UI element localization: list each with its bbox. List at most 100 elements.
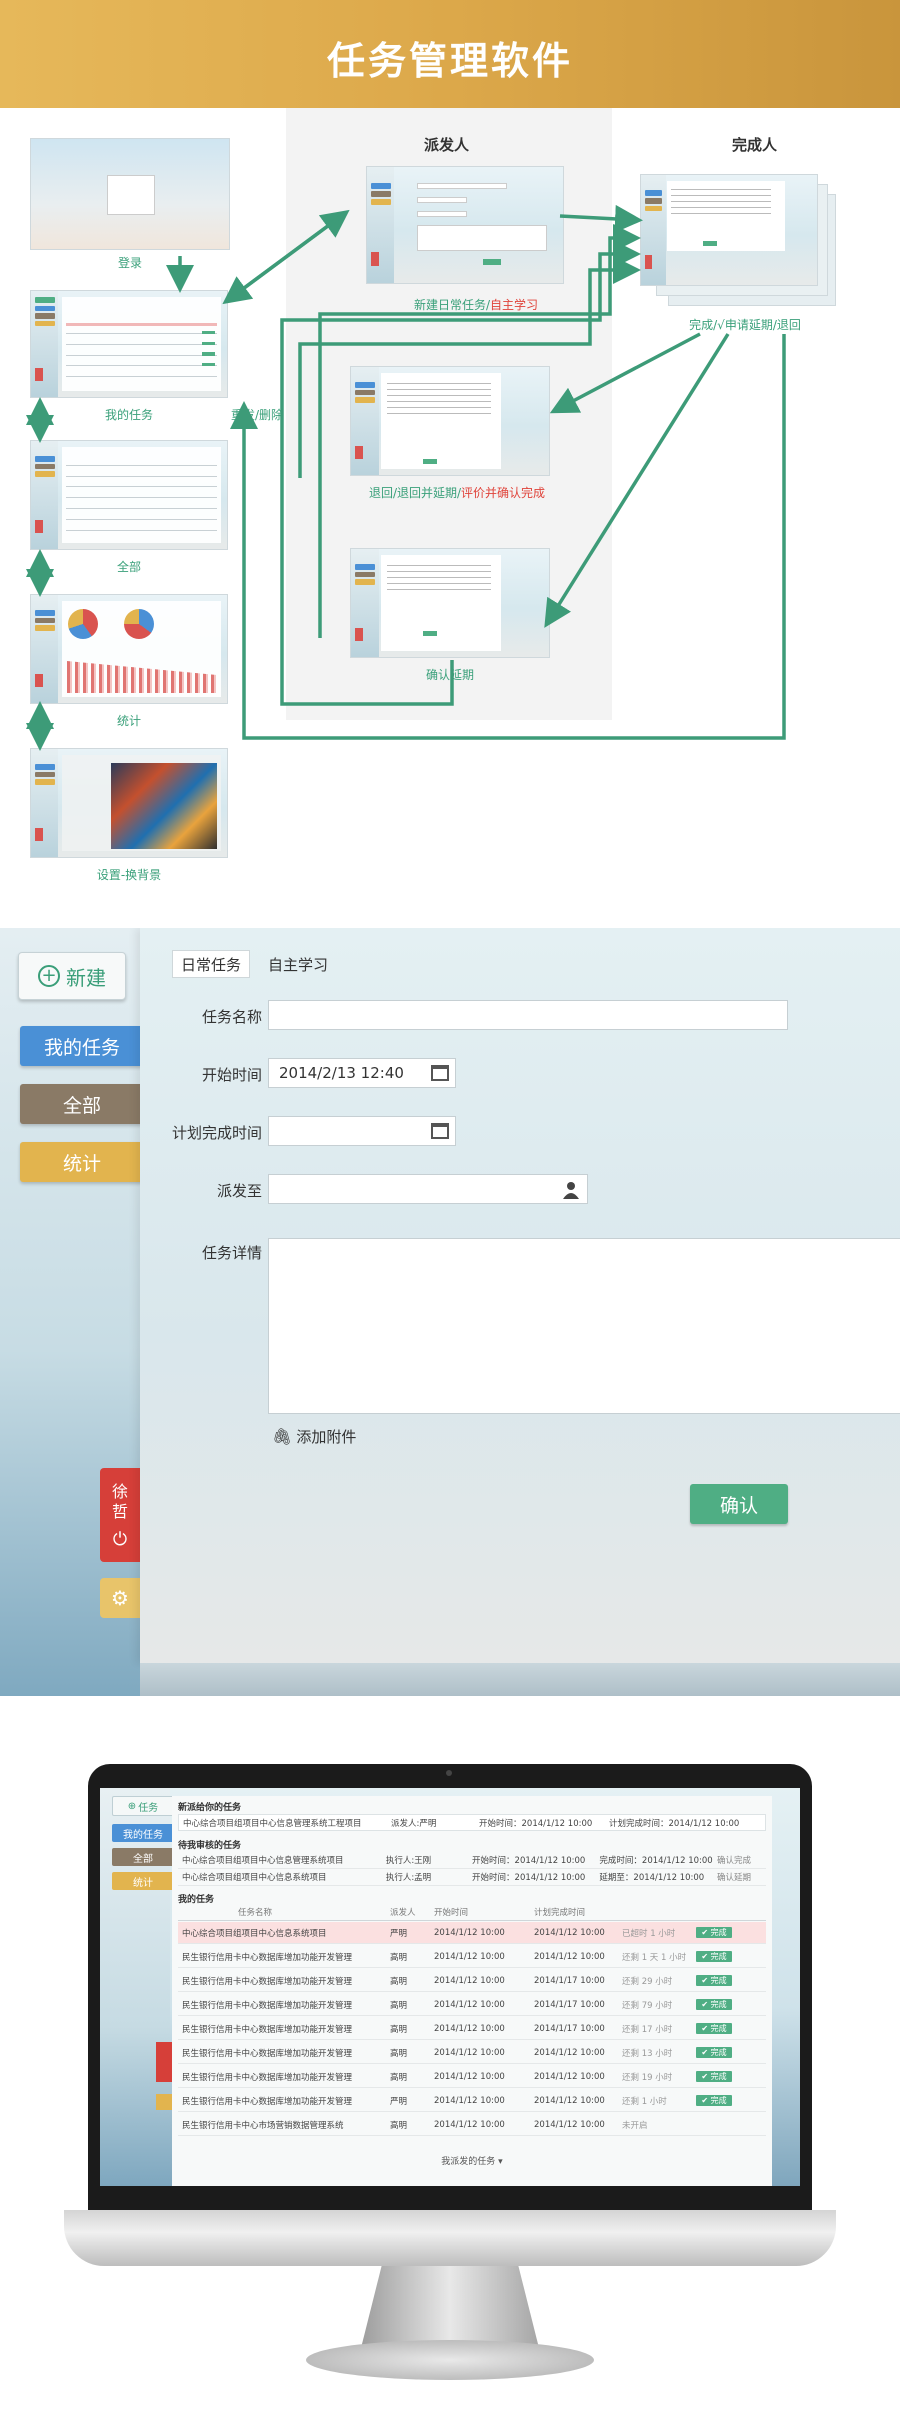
task-start: 2014/1/12 10:00 <box>434 1975 505 1986</box>
sidebar-item-my-tasks-label: 我的任务 <box>43 1036 120 1059</box>
approve-action[interactable]: 确认延期 <box>717 1871 766 1883</box>
send-to-label: 派发至 <box>216 1182 262 1200</box>
task-dispatcher: 高明 <box>390 2072 408 2083</box>
plan-end-input[interactable] <box>268 1116 456 1146</box>
screen-sidebar-stats[interactable]: 统计 <box>112 1872 174 1890</box>
task-name-input[interactable] <box>268 1000 788 1030</box>
task-status: 还剩 1 小时 <box>622 2096 667 2107</box>
task-start: 2014/1/12 10:00 <box>434 2071 505 2082</box>
complete-button[interactable]: ✔ 完成 <box>696 1975 732 1986</box>
tab-daily[interactable]: 日常任务 <box>172 950 251 978</box>
complete-button[interactable]: ✔ 完成 <box>696 1927 732 1938</box>
new-task-by: 派发人:严明 <box>391 1818 437 1829</box>
panel-shadow <box>140 1663 900 1696</box>
calendar-icon[interactable] <box>431 1065 449 1081</box>
task-end: 2014/1/17 10:00 <box>534 2023 605 2034</box>
task-status: 未开启 <box>622 2120 648 2131</box>
plus-icon: ⊕ <box>127 1800 137 1812</box>
table-row[interactable]: 民生银行信用卡中心数据库增加功能开发管理 高明 2014/1/12 10:00 201… <box>178 1970 766 1992</box>
approve-row[interactable]: 中心综合项目组项目中心信息系统项目 执行人:孟明 开始时间：2014/1/12 10… <box>178 1869 766 1886</box>
complete-button[interactable]: ✔ 完成 <box>696 1999 732 2010</box>
person-icon[interactable] <box>563 1181 579 1199</box>
screen-main: 新派给你的任务 中心综合项目组项目中心信息管理系统工程项目 派发人:严明 开始时… <box>172 1796 772 2186</box>
new-task-end: 计划完成时间：2014/1/12 10:00 <box>609 1818 740 1829</box>
table-row[interactable]: 民生银行信用卡中心数据库增加功能开发管理 高明 2014/1/12 10:00 201… <box>178 2018 766 2040</box>
screen-task-button[interactable]: ⊕ 任务 <box>112 1796 174 1816</box>
table-header: 任务名称 派发人 开始时间 计划完成时间 <box>178 1904 766 1921</box>
task-name: 中心综合项目组项目中心信息系统项目 <box>182 1928 327 1939</box>
task-dispatcher: 高明 <box>390 1952 408 1963</box>
task-status: 已超时 1 小时 <box>622 1928 676 1939</box>
complete-button[interactable]: ✔ 完成 <box>696 2071 732 2082</box>
approve-task-name: 中心综合项目组项目中心信息管理系统项目 <box>182 1856 344 1866</box>
complete-button[interactable]: ✔ 完成 <box>696 1951 732 1962</box>
task-status: 还剩 19 小时 <box>622 2072 673 2083</box>
table-row[interactable]: 民生银行信用卡中心数据库增加功能开发管理 严明 2014/1/12 10:00 201… <box>178 2090 766 2112</box>
section-new-title: 新派给你的任务 <box>178 1803 242 1813</box>
task-start: 2014/1/12 10:00 <box>434 1951 505 1962</box>
task-start: 2014/1/12 10:00 <box>434 2095 505 2106</box>
complete-button[interactable]: ✔ 完成 <box>696 2047 732 2058</box>
table-row[interactable]: 民生银行信用卡中心数据库增加功能开发管理 高明 2014/1/12 10:00 201… <box>178 2066 766 2088</box>
screen-sidebar-my-tasks[interactable]: 我的任务 <box>112 1824 174 1842</box>
approve-row[interactable]: 中心综合项目组项目中心信息管理系统项目 执行人:王刚 开始时间：2014/1/12 … <box>178 1852 766 1869</box>
monitor-chin <box>64 2210 836 2266</box>
screen-user-tab[interactable] <box>156 2042 172 2082</box>
detail-textarea[interactable] <box>268 1238 900 1414</box>
task-start: 2014/1/12 10:00 <box>434 2023 505 2034</box>
start-time-value: 2014/2/13 12:40 <box>279 1064 404 1082</box>
task-dispatcher: 严明 <box>390 1928 408 1939</box>
complete-button[interactable]: ✔ 完成 <box>696 2023 732 2034</box>
approve-action[interactable]: 确认完成 <box>717 1854 766 1866</box>
sidebar-item-my-tasks[interactable]: 我的任务 <box>20 1026 144 1066</box>
task-name: 民生银行信用卡中心数据库增加功能开发管理 <box>182 2096 353 2107</box>
table-row[interactable]: 中心综合项目组项目中心信息系统项目 严明 2014/1/12 10:00 2014/1… <box>178 1922 766 1944</box>
task-dispatcher: 高明 <box>390 2120 408 2131</box>
screen-sidebar-all-label: 全部 <box>133 1853 153 1865</box>
task-start: 2014/1/12 10:00 <box>434 2047 505 2058</box>
settings-button[interactable]: ⚙ <box>100 1578 140 1618</box>
table-row[interactable]: 民生银行信用卡中心数据库增加功能开发管理 高明 2014/1/12 10:00 201… <box>178 1946 766 1968</box>
camera-dot <box>446 1770 452 1776</box>
add-attachment-link[interactable]: 🖇 添加附件 <box>272 1426 356 1447</box>
user-logout-tab[interactable]: 徐 哲 ⏻ <box>100 1468 140 1562</box>
table-row[interactable]: 民生银行信用卡中心数据库增加功能开发管理 高明 2014/1/12 10:00 201… <box>178 2042 766 2064</box>
task-status: 还剩 13 小时 <box>622 2048 673 2059</box>
task-start: 2014/1/12 10:00 <box>434 2119 505 2130</box>
task-status: 还剩 79 小时 <box>622 2000 673 2011</box>
sidebar-item-stats[interactable]: 统计 <box>20 1142 144 1182</box>
task-end: 2014/1/12 10:00 <box>534 2047 605 2058</box>
new-task-row[interactable]: 中心综合项目组项目中心信息管理系统工程项目 派发人:严明 开始时间：2014/1… <box>178 1814 766 1831</box>
task-name: 民生银行信用卡中心数据库增加功能开发管理 <box>182 1976 353 1987</box>
power-icon: ⏻ <box>112 1529 128 1550</box>
task-status: 还剩 17 小时 <box>622 2024 673 2035</box>
approve-task-start: 开始时间：2014/1/12 10:00 <box>472 1856 586 1866</box>
calendar-icon[interactable] <box>431 1123 449 1139</box>
section-approve-title: 待我审核的任务 <box>178 1841 242 1851</box>
task-end: 2014/1/12 10:00 <box>534 1927 605 1938</box>
tab-study[interactable]: 自主学习 <box>260 950 336 978</box>
task-dispatcher: 高明 <box>390 1976 408 1987</box>
table-row[interactable]: 民生银行信用卡中心数据库增加功能开发管理 高明 2014/1/12 10:00 201… <box>178 1994 766 2016</box>
screen-sidebar-all[interactable]: 全部 <box>112 1848 174 1866</box>
plan-end-label: 计划完成时间 <box>171 1124 262 1142</box>
task-name-label: 任务名称 <box>201 1008 262 1026</box>
send-to-input[interactable] <box>268 1174 588 1204</box>
new-task-form-screen: + 新建 我的任务 全部 统计 徐 哲 ⏻ ⚙ 日常任务 自主学习 任务名称 开… <box>0 928 900 1696</box>
sidebar-item-all[interactable]: 全部 <box>20 1084 144 1124</box>
screen-gear-icon[interactable] <box>156 2094 172 2110</box>
task-dispatcher: 高明 <box>390 2024 408 2035</box>
confirm-button[interactable]: 确认 <box>690 1484 788 1524</box>
task-name: 民生银行信用卡中心数据库增加功能开发管理 <box>182 2048 353 2059</box>
banner-title: 任务管理软件 <box>326 39 573 83</box>
task-status: 还剩 29 小时 <box>622 1976 673 1987</box>
more-link[interactable]: 我派发的任务 ▾ <box>172 2154 772 2167</box>
task-start: 2014/1/12 10:00 <box>434 1999 505 2010</box>
table-row[interactable]: 民生银行信用卡中心市场营销数据管理系统 高明 2014/1/12 10:00 2014… <box>178 2114 766 2136</box>
start-time-input[interactable]: 2014/2/13 12:40 <box>268 1058 456 1088</box>
complete-button[interactable]: ✔ 完成 <box>696 2095 732 2106</box>
new-button[interactable]: + 新建 <box>18 952 126 1000</box>
approve-task-name: 中心综合项目组项目中心信息系统项目 <box>182 1873 327 1883</box>
task-name: 民生银行信用卡中心数据库增加功能开发管理 <box>182 2000 353 2011</box>
new-task-start: 开始时间：2014/1/12 10:00 <box>479 1818 593 1829</box>
